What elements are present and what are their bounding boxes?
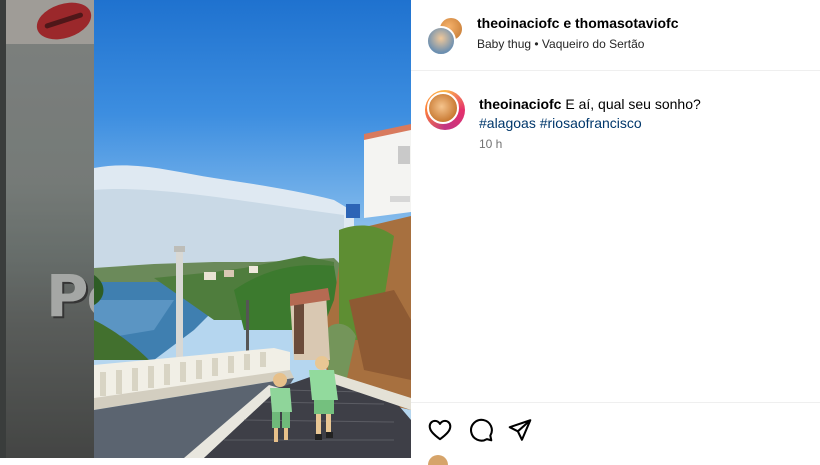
post-media[interactable]: Pe xyxy=(0,0,411,458)
caption-avatar[interactable] xyxy=(425,90,465,130)
riverside-scene xyxy=(94,124,411,458)
send-icon[interactable] xyxy=(507,417,533,443)
heart-icon[interactable] xyxy=(427,417,453,443)
post-header: theoinaciofc e thomasotaviofc Baby thug … xyxy=(411,0,820,71)
collab-avatars[interactable] xyxy=(426,16,472,56)
post-authors[interactable]: theoinaciofc e thomasotaviofc xyxy=(477,15,678,31)
action-bar xyxy=(411,402,820,459)
previous-media-preview[interactable]: Pe xyxy=(6,0,94,458)
comment-icon[interactable] xyxy=(468,417,494,443)
hashtag-link[interactable]: #riosaofrancisco xyxy=(540,115,642,131)
video-frame[interactable] xyxy=(94,0,411,458)
post-timestamp[interactable]: 10 h xyxy=(479,137,502,151)
post-caption: theoinaciofc E aí, qual seu sonho? #alag… xyxy=(479,95,809,133)
hashtag-link[interactable]: #alagoas xyxy=(479,115,536,131)
avatar[interactable] xyxy=(426,26,456,56)
caption-username[interactable]: theoinaciofc xyxy=(479,96,561,112)
caption-text: E aí, qual seu sonho? xyxy=(565,96,701,112)
audio-info[interactable]: Baby thug • Vaqueiro do Sertão xyxy=(477,37,644,51)
